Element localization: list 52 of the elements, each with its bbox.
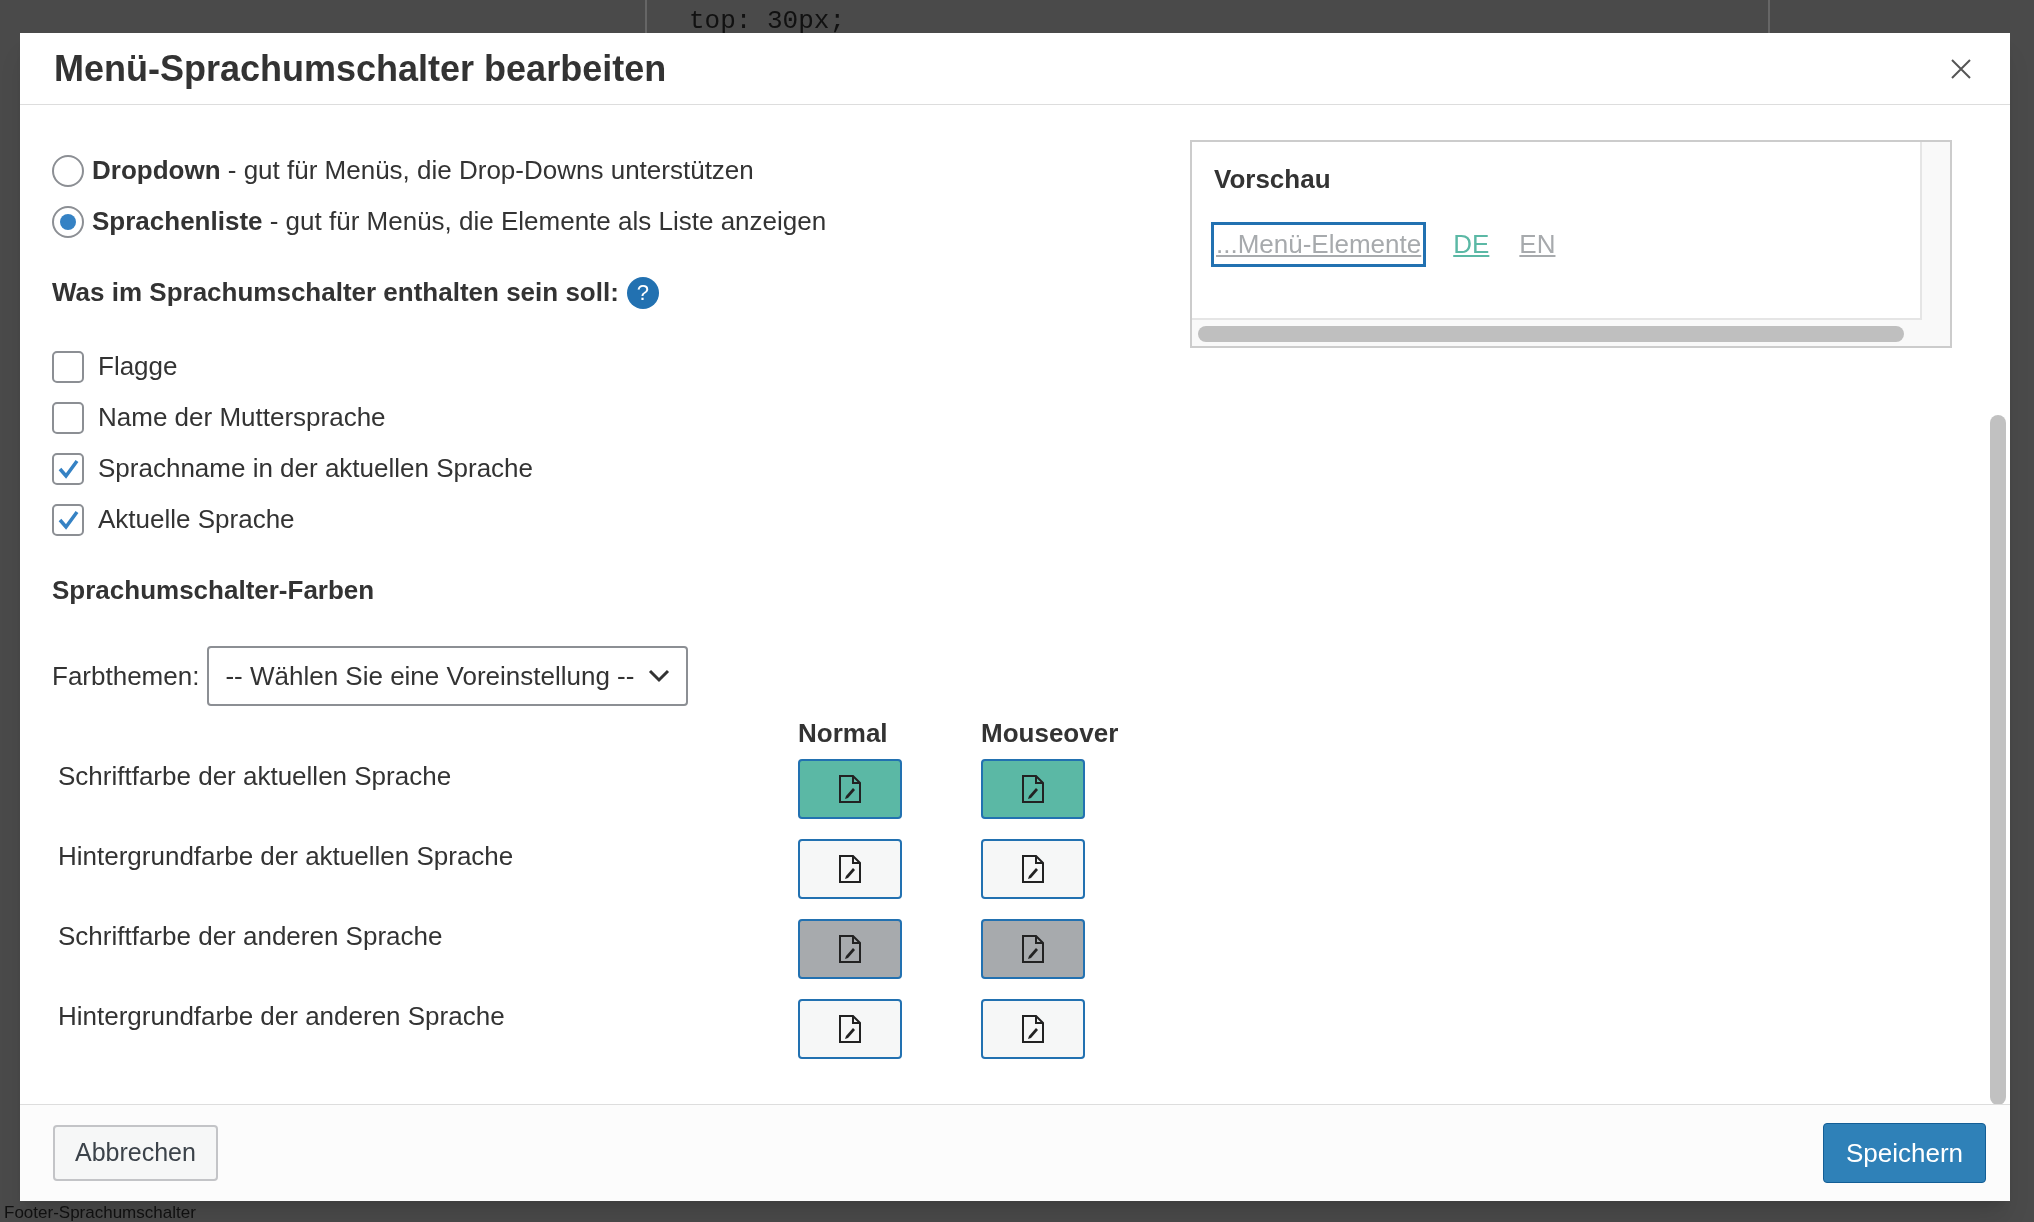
language-link[interactable]: EN xyxy=(1519,225,1556,264)
language-link[interactable]: DE xyxy=(1453,225,1490,264)
color-picker-button[interactable] xyxy=(981,839,1085,899)
checkbox[interactable] xyxy=(52,452,84,485)
row-label: Hintergrundfarbe der anderen Sprache xyxy=(58,1000,505,1033)
radio-label: Dropdown - gut für Menüs, die Drop-Downs unterstützen xyxy=(92,154,754,187)
checkbox-label: Sprachname in der aktuellen Sprache xyxy=(98,452,534,485)
code-text: top: 30px; xyxy=(689,6,846,36)
checkbox[interactable] xyxy=(52,350,84,383)
radio-button[interactable] xyxy=(52,205,84,238)
file-edit-icon xyxy=(1021,854,1045,884)
section-heading: Sprachumschalter-Farben xyxy=(52,575,375,605)
checkbox-label: Name der Muttersprache xyxy=(98,401,386,434)
file-edit-icon xyxy=(838,1014,862,1044)
color-picker-button[interactable] xyxy=(798,919,902,979)
file-edit-icon xyxy=(1021,774,1045,804)
section-heading: Was im Sprachumschalter enthalten sein soll: xyxy=(52,276,619,309)
field-label: Farbthemen: xyxy=(52,659,200,693)
preview-title: Vorschau xyxy=(1214,164,1331,194)
file-edit-icon xyxy=(1021,1014,1045,1044)
cancel-button[interactable]: Abbrechen xyxy=(53,1125,218,1181)
row-label: Hintergrundfarbe der aktuellen Sprache xyxy=(58,840,514,873)
chevron-down-icon xyxy=(648,669,671,683)
color-picker-button[interactable] xyxy=(981,759,1085,819)
radio-label: Sprachenliste - gut für Menüs, die Elemente als Liste anzeigen xyxy=(92,205,827,238)
file-edit-icon xyxy=(838,774,862,804)
checkbox-label: Flagge xyxy=(98,350,178,383)
language-link[interactable]: ...Menü-Elemente xyxy=(1214,225,1424,264)
row-label: Schriftfarbe der anderen Sprache xyxy=(58,920,443,953)
color-picker-button[interactable] xyxy=(798,759,902,819)
scrollbar-thumb[interactable] xyxy=(1198,326,1904,342)
checkbox-label: Aktuelle Sprache xyxy=(98,503,295,536)
color-picker-button[interactable] xyxy=(981,999,1085,1059)
radio-button[interactable] xyxy=(52,154,84,187)
file-edit-icon xyxy=(838,934,862,964)
file-edit-icon xyxy=(838,854,862,884)
save-button[interactable]: Speichern xyxy=(1822,1123,1986,1183)
column-heading: Normal xyxy=(798,717,888,750)
help-icon[interactable]: ? xyxy=(626,276,659,309)
close-icon xyxy=(1949,56,1973,81)
scrollbar-thumb[interactable] xyxy=(1990,415,2006,1104)
color-picker-button[interactable] xyxy=(798,999,902,1059)
color-picker-button[interactable] xyxy=(981,919,1085,979)
theme-dropdown[interactable]: -- Wählen Sie eine Voreinstellung -- xyxy=(207,646,689,706)
section-heading: Footer-Sprachumschalter xyxy=(4,1203,196,1222)
column-heading: Mouseover xyxy=(981,717,1119,750)
file-edit-icon xyxy=(1021,934,1045,964)
color-picker-button[interactable] xyxy=(798,839,902,899)
checkbox[interactable] xyxy=(52,401,84,434)
checkbox[interactable] xyxy=(52,503,84,536)
row-label: Schriftfarbe der aktuellen Sprache xyxy=(58,760,452,793)
dialog-title: Menü-Sprachumschalter bearbeiten xyxy=(54,46,667,91)
